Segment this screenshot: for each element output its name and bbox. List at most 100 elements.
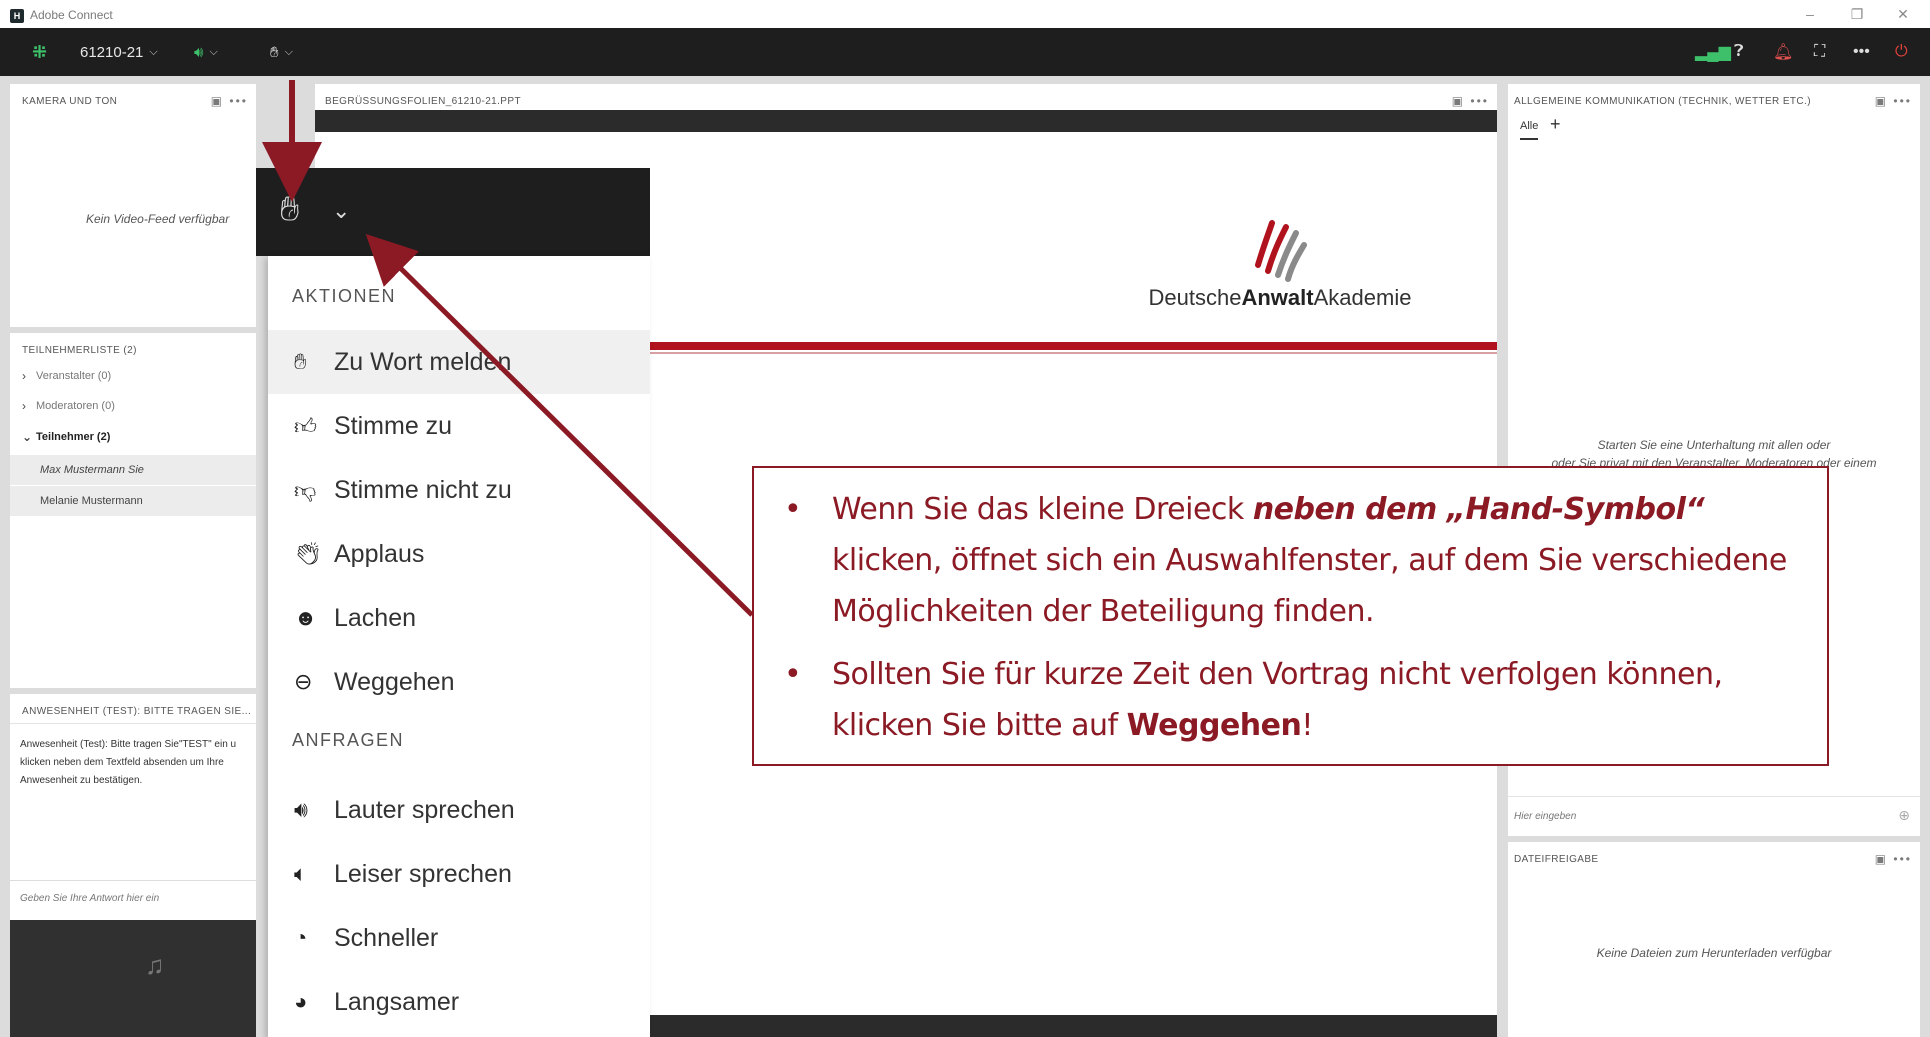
participant-row[interactable]: Max Mustermann Sie <box>10 455 256 485</box>
logo-text-part: Deutsche <box>1148 285 1242 310</box>
applause-icon: 👏︎ <box>294 541 322 566</box>
hand-icon: ✋︎ <box>270 43 279 61</box>
menu-item-faster[interactable]: ◔ Schneller <box>268 906 650 970</box>
menu-item-applause[interactable]: 👏︎ Applaus <box>268 522 650 586</box>
group-label: Veranstalter (0) <box>36 370 112 382</box>
menu-item-raise-hand[interactable]: ✋︎ Zu Wort melden <box>268 330 650 394</box>
pod-title: ALLGEMEINE KOMMUNIKATION (TECHNIK, WETTE… <box>1514 96 1811 107</box>
participant-name: Max Mustermann Sie <box>40 464 144 476</box>
adobe-connect-window: { "window": { "title": "Adobe Connect", … <box>0 0 1930 1037</box>
more-options-icon[interactable]: ••• <box>1853 28 1870 76</box>
menu-item-label: Schneller <box>334 923 439 952</box>
callout-bullet: • Wenn Sie das kleine Dreieck neben dem „… <box>772 484 1797 637</box>
raise-hand-button[interactable]: ✋︎ ⌵ <box>270 28 293 76</box>
pod-title: ANWESENHEIT (TEST): BITTE TRAGEN SIE... <box>10 694 256 724</box>
add-chat-tab-button[interactable]: + <box>1550 114 1561 135</box>
fullscreen-icon[interactable]: ⛶ <box>1814 28 1825 76</box>
window-title: Adobe Connect <box>30 8 113 22</box>
thumbs-up-icon: 👍︎ <box>294 413 317 439</box>
menu-item-label: Langsamer <box>334 987 460 1016</box>
audio-pod: ♫ <box>10 920 256 1037</box>
menu-item-speak-softer[interactable]: 🔈︎ Leiser sprechen <box>268 842 650 906</box>
minimize-button[interactable]: – <box>1795 5 1825 23</box>
participant-name: Melanie Mustermann <box>40 495 143 507</box>
connect-menu-icon[interactable]: ⁜ <box>32 28 47 76</box>
file-share-pod: DATEIFREIGABE ▣ ••• Keine Dateien zum He… <box>1508 842 1920 1037</box>
instruction-callout: • Wenn Sie das kleine Dreieck neben dem „… <box>752 466 1829 766</box>
camera-pod: KAMERA UND TON ▣ ••• Kein Video-Feed ver… <box>10 84 256 327</box>
pod-title: DATEIFREIGABE <box>1514 854 1599 865</box>
hand-icon[interactable]: ✋︎ <box>280 190 299 229</box>
audio-button[interactable]: 🔊︎ ⌵ <box>194 28 218 76</box>
attendance-question-line: Anwesenheit (Test): Bitte tragen Sie"TES… <box>20 739 237 750</box>
attendance-question: Anwesenheit (Test): Bitte tragen Sie"TES… <box>20 736 256 790</box>
participant-row[interactable]: Melanie Mustermann <box>10 486 256 516</box>
group-moderators[interactable]: › Moderatoren (0) <box>10 391 256 421</box>
group-organizers[interactable]: › Veranstalter (0) <box>10 361 256 391</box>
help-icon[interactable]: ❓︎ <box>1734 28 1744 76</box>
connection-status-icon[interactable]: ▂▄▆ <box>1695 28 1731 76</box>
meeting-menu-button[interactable]: 61210-21 ⌵ <box>80 28 158 76</box>
logo-text-bold: Anwalt <box>1241 285 1314 310</box>
menu-item-label: Stimme zu <box>334 411 453 440</box>
section-actions: AKTIONEN <box>292 286 397 306</box>
slide-bottom-bar <box>650 1015 1497 1037</box>
slide-red-line <box>650 342 1497 350</box>
menu-item-away[interactable]: ⊖ Weggehen <box>268 650 650 714</box>
attendance-question-line: Anwesenheit zu bestätigen. <box>20 775 143 786</box>
callout-emphasis: neben dem „Hand-Symbol“ <box>1252 492 1705 527</box>
window-titlebar: H Adobe Connect – ❐ ✕ <box>0 0 1930 28</box>
chat-input-placeholder: Hier eingeben <box>1514 811 1577 822</box>
away-icon: ⊖ <box>294 669 313 694</box>
bullet-dot: • <box>784 492 802 527</box>
chat-hint-line: Starten Sie eine Unterhaltung mit allen … <box>1597 438 1831 452</box>
close-window-button[interactable]: ✕ <box>1888 5 1918 23</box>
layout-gutter <box>0 76 10 1037</box>
callout-text: ! <box>1301 708 1313 743</box>
answer-input[interactable]: Geben Sie Ihre Antwort hier ein <box>10 880 256 916</box>
callout-emphasis: Weggehen <box>1126 708 1302 743</box>
menu-item-disagree[interactable]: 👎︎ Stimme nicht zu <box>268 458 650 522</box>
music-note-icon: ♫ <box>145 950 165 980</box>
hand-menu-header: ✋︎ ⌄ <box>256 168 650 256</box>
volume-down-icon: 🔈︎ <box>294 861 308 886</box>
menu-item-speak-louder[interactable]: 🔊︎ Lauter sprechen <box>268 778 650 842</box>
volume-up-icon: 🔊︎ <box>294 797 308 822</box>
pod-options-icon[interactable]: ▣ ••• <box>211 94 248 108</box>
menu-item-label: Lachen <box>334 603 417 632</box>
chevron-down-icon[interactable]: ⌄ <box>332 198 350 224</box>
logo-text-part: Akademie <box>1313 285 1412 310</box>
power-icon[interactable]: ⏻ <box>1895 28 1908 76</box>
meeting-id: 61210-21 <box>80 43 144 61</box>
chat-input[interactable]: Hier eingeben ⊕ <box>1508 796 1920 836</box>
group-participants[interactable]: ⌄ Teilnehmer (2) <box>10 422 256 452</box>
send-icon[interactable]: ⊕ <box>1898 807 1910 824</box>
laugh-icon: ☻ <box>294 605 318 630</box>
menu-item-label: Stimme nicht zu <box>334 475 512 504</box>
menu-item-laugh[interactable]: ☻ Lachen <box>268 586 650 650</box>
group-label: Moderatoren (0) <box>36 400 115 412</box>
layout-gutter <box>1920 76 1930 1037</box>
menu-item-label: Leiser sprechen <box>334 859 512 888</box>
restore-button[interactable]: ❐ <box>1842 5 1872 23</box>
chevron-down-icon: ⌵ <box>209 45 218 58</box>
menu-item-slower[interactable]: ◕ Langsamer <box>268 970 650 1034</box>
pod-options-icon[interactable]: ▣ ••• <box>1875 94 1912 108</box>
pod-options-icon[interactable]: ▣ ••• <box>1875 852 1912 866</box>
hand-raise-icon: ✋︎ <box>294 349 307 374</box>
menu-item-agree[interactable]: 👍︎ Stimme zu <box>268 394 650 458</box>
chevron-down-icon: ⌄ <box>22 430 33 444</box>
slower-icon: ◕ <box>294 989 308 1014</box>
hand-dropdown-menu: AKTIONEN ✋︎ Zu Wort melden 👍︎ Stimme zu … <box>268 256 650 1037</box>
chat-tab-all[interactable]: Alle <box>1520 120 1539 140</box>
callout-bullet: • Sollten Sie für kurze Zeit den Vortrag … <box>772 649 1797 751</box>
notification-bell-icon[interactable]: 🔔︎ <box>1773 28 1793 76</box>
faster-icon: ◔ <box>294 925 308 950</box>
group-label: Teilnehmer (2) <box>36 431 111 443</box>
adobe-connect-logo-icon: H <box>10 9 24 23</box>
section-requests: ANFRAGEN <box>292 730 405 750</box>
slide-top-bar <box>315 110 1497 132</box>
pod-title: TEILNEHMERLISTE (2) <box>22 345 137 356</box>
pod-options-icon[interactable]: ▣ ••• <box>1452 94 1489 108</box>
main-toolbar: ⁜ 61210-21 ⌵ 🔊︎ ⌵ ✋︎ ⌵ ▂▄▆ ❓︎ 🔔︎ ⛶ ••• ⏻ <box>0 28 1930 76</box>
